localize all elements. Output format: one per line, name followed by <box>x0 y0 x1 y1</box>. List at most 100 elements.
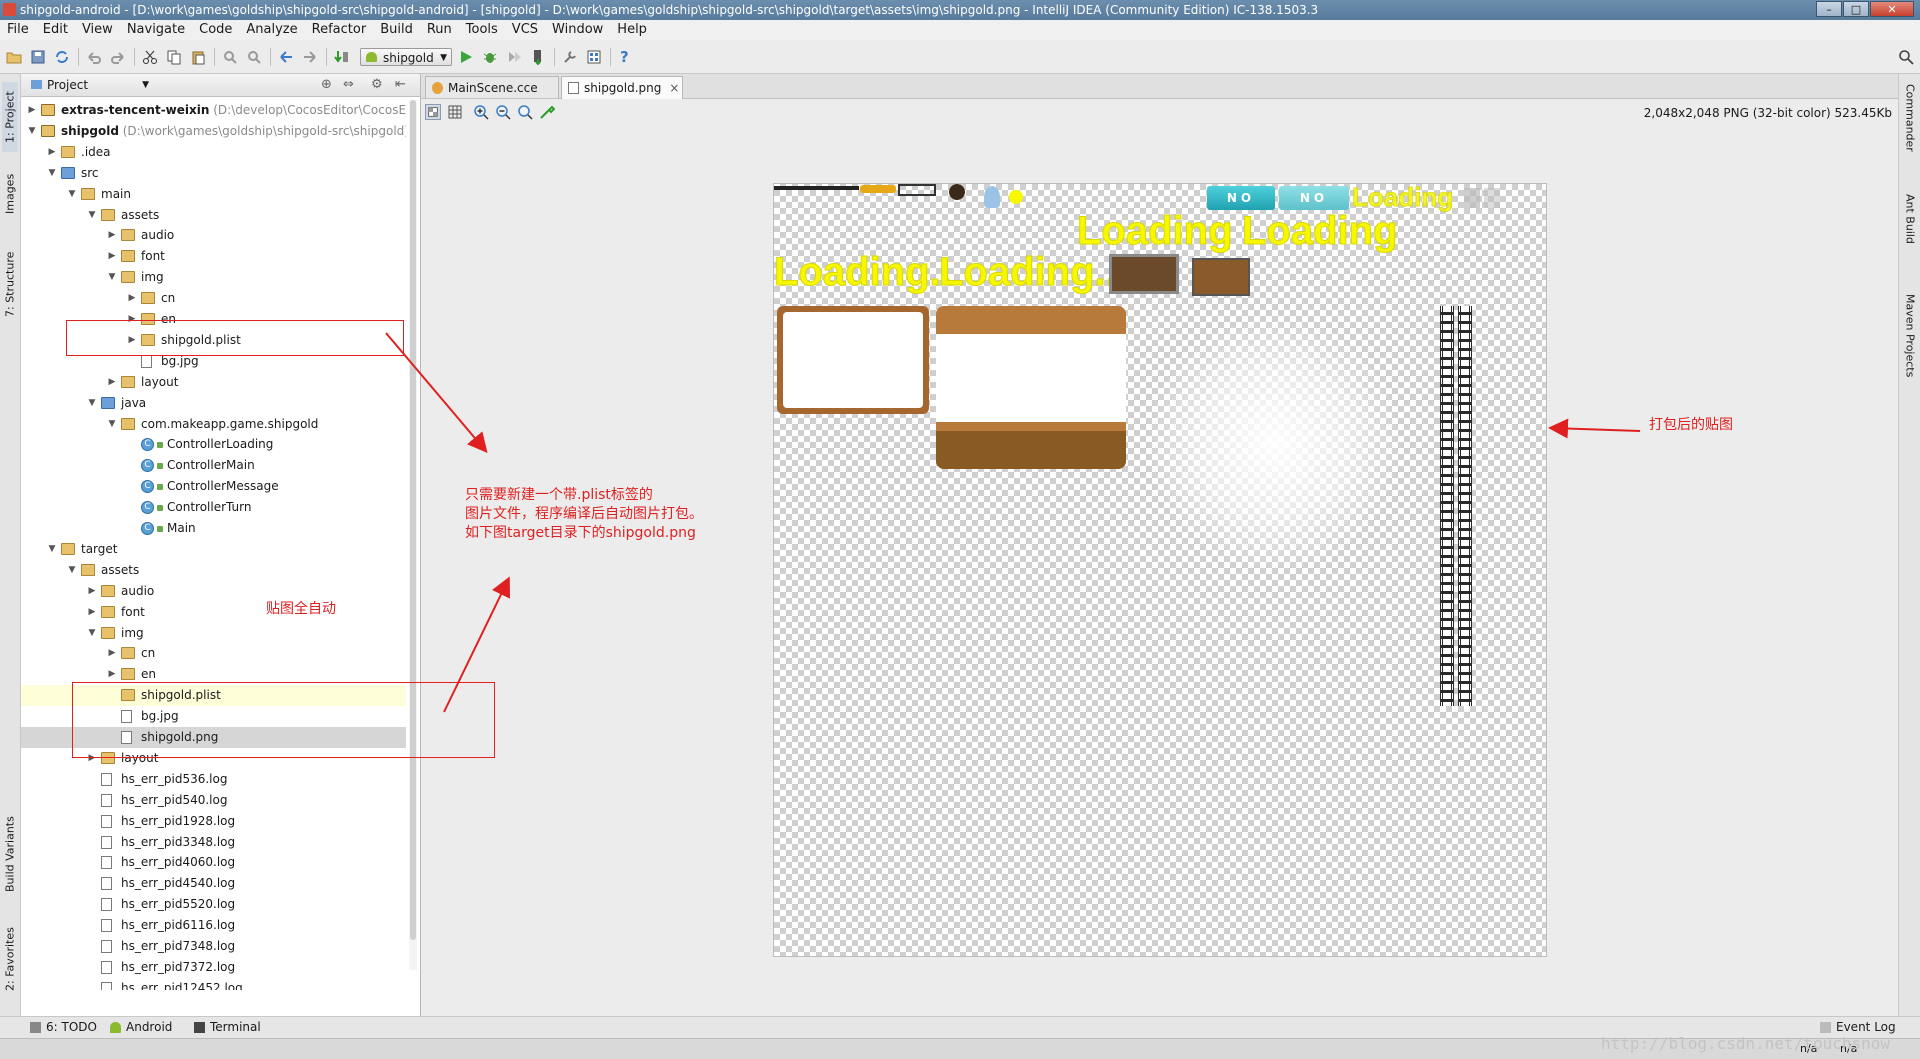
maximize-button[interactable]: □ <box>1843 1 1869 17</box>
menu-tools[interactable]: Tools <box>459 20 505 40</box>
menu-window[interactable]: Window <box>545 20 610 40</box>
tree-item[interactable]: hs_err_pid5520.log <box>21 894 406 915</box>
expanded-arrow-icon[interactable]: ▼ <box>87 623 97 644</box>
tree-item[interactable]: ▼ target <box>21 539 406 560</box>
android-device-monitor-icon[interactable] <box>530 49 546 65</box>
undo-icon[interactable] <box>86 49 102 65</box>
menu-help[interactable]: Help <box>610 20 654 40</box>
debug-icon[interactable] <box>482 49 498 65</box>
editor-tab-shipgold-png[interactable]: shipgold.png × <box>561 76 683 99</box>
minimize-button[interactable]: – <box>1816 1 1842 17</box>
expanded-arrow-icon[interactable]: ▼ <box>47 163 57 184</box>
tree-item[interactable]: hs_err_pid1928.log <box>21 811 406 832</box>
redo-icon[interactable] <box>110 49 126 65</box>
tree-item[interactable]: hs_err_pid540.log <box>21 790 406 811</box>
menu-code[interactable]: Code <box>192 20 239 40</box>
tree-scrollbar[interactable] <box>409 100 417 970</box>
tree-item[interactable]: ▶ audio <box>21 581 406 602</box>
event-log-tab[interactable]: Event Log <box>1820 1020 1896 1034</box>
attach-debugger-icon[interactable] <box>506 49 522 65</box>
tree-item[interactable]: ▶ font <box>21 602 406 623</box>
editor-tab-mainscene[interactable]: MainScene.cce <box>425 76 559 98</box>
menu-run[interactable]: Run <box>420 20 459 40</box>
tree-item[interactable]: hs_err_pid3348.log <box>21 832 406 853</box>
tree-item[interactable]: C ControllerTurn <box>21 497 406 518</box>
forward-icon[interactable] <box>302 49 318 65</box>
tool-tab-commander[interactable]: Commander <box>1902 84 1918 184</box>
tree-item[interactable]: ▼ assets <box>21 560 406 581</box>
tool-tab-android[interactable]: Android <box>110 1020 172 1034</box>
expanded-arrow-icon[interactable]: ▼ <box>27 121 37 142</box>
expanded-arrow-icon[interactable]: ▼ <box>87 393 97 414</box>
tree-item[interactable]: hs_err_pid4540.log <box>21 873 406 894</box>
tree-item[interactable]: ▶ extras-tencent-weixin (D:\develop\Cocos… <box>21 100 406 121</box>
toggle-grid-icon[interactable] <box>447 104 463 120</box>
zoom-in-icon[interactable] <box>473 104 489 120</box>
tree-item[interactable]: ▼ img <box>21 623 406 644</box>
tree-item[interactable]: ▼ src <box>21 163 406 184</box>
expanded-arrow-icon[interactable]: ▼ <box>87 205 97 226</box>
save-all-icon[interactable] <box>30 49 46 65</box>
tool-tab-maven-projects[interactable]: Maven Projects <box>1902 294 1918 414</box>
run-icon[interactable] <box>458 49 474 65</box>
tree-item[interactable]: hs_err_pid4060.log <box>21 852 406 873</box>
collapsed-arrow-icon[interactable]: ▶ <box>47 142 57 163</box>
help-icon[interactable]: ? <box>620 49 636 65</box>
tree-item[interactable]: C Main <box>21 518 406 539</box>
expanded-arrow-icon[interactable]: ▼ <box>107 267 117 288</box>
tree-item[interactable]: ▶ audio <box>21 225 406 246</box>
close-window-button[interactable]: ✕ <box>1870 1 1914 17</box>
tree-item[interactable]: hs_err_pid7372.log <box>21 957 406 978</box>
tree-item[interactable]: ▼ assets <box>21 205 406 226</box>
collapsed-arrow-icon[interactable]: ▶ <box>127 288 137 309</box>
tool-tab-favorites[interactable]: 2: Favorites <box>2 914 18 1004</box>
synchronize-icon[interactable] <box>54 49 70 65</box>
menu-analyze[interactable]: Analyze <box>239 20 304 40</box>
tree-item[interactable]: ▼ shipgold (D:\work\games\goldship\shipgo… <box>21 121 406 142</box>
copy-icon[interactable] <box>166 49 182 65</box>
search-everywhere-icon[interactable] <box>1898 49 1914 65</box>
actual-size-icon[interactable] <box>517 104 533 120</box>
replace-icon[interactable] <box>246 49 262 65</box>
expanded-arrow-icon[interactable]: ▼ <box>67 560 77 581</box>
hide-panel-icon[interactable]: ⇤ <box>395 77 406 92</box>
collapse-all-icon[interactable]: ⇔ <box>343 77 354 92</box>
tree-item[interactable]: ▶ cn <box>21 643 406 664</box>
tool-tab-images[interactable]: Images <box>2 164 18 224</box>
tree-item[interactable]: ▶ font <box>21 246 406 267</box>
tool-tab-ant-build[interactable]: Ant Build <box>1902 194 1918 284</box>
collapsed-arrow-icon[interactable]: ▶ <box>107 225 117 246</box>
run-configuration-selector[interactable]: shipgold ▼ <box>360 48 452 66</box>
tree-item[interactable]: hs_err_pid536.log <box>21 769 406 790</box>
collapsed-arrow-icon[interactable]: ▶ <box>107 643 117 664</box>
find-icon[interactable] <box>222 49 238 65</box>
tool-tab-structure[interactable]: 7: Structure <box>2 244 18 324</box>
menu-file[interactable]: File <box>0 20 36 40</box>
project-structure-icon[interactable] <box>586 49 602 65</box>
tree-item[interactable]: ▶ layout <box>21 372 406 393</box>
tool-tab-project[interactable]: 1: Project <box>2 82 18 152</box>
menu-navigate[interactable]: Navigate <box>120 20 192 40</box>
tree-item[interactable]: ▼ img <box>21 267 406 288</box>
tree-item[interactable]: hs_err_pid12452.log <box>21 978 406 990</box>
toggle-chessboard-icon[interactable] <box>425 104 441 120</box>
tree-item[interactable]: ▼ main <box>21 184 406 205</box>
expanded-arrow-icon[interactable]: ▼ <box>67 184 77 205</box>
tool-tab-todo[interactable]: 6: TODO <box>30 1020 97 1034</box>
tree-item[interactable]: hs_err_pid6116.log <box>21 915 406 936</box>
make-project-icon[interactable] <box>334 49 350 65</box>
menu-vcs[interactable]: VCS <box>505 20 545 40</box>
menu-build[interactable]: Build <box>373 20 420 40</box>
tool-tab-terminal[interactable]: Terminal <box>194 1020 261 1034</box>
scroll-from-source-icon[interactable]: ⊕ <box>321 77 332 92</box>
collapsed-arrow-icon[interactable]: ▶ <box>87 581 97 602</box>
tree-item[interactable]: C ControllerMain <box>21 455 406 476</box>
tree-item[interactable]: hs_err_pid7348.log <box>21 936 406 957</box>
collapsed-arrow-icon[interactable]: ▶ <box>27 100 37 121</box>
open-folder-icon[interactable] <box>6 49 22 65</box>
tree-item[interactable]: ▼ java <box>21 393 406 414</box>
collapsed-arrow-icon[interactable]: ▶ <box>107 372 117 393</box>
collapsed-arrow-icon[interactable]: ▶ <box>107 246 117 267</box>
tool-tab-build-variants[interactable]: Build Variants <box>2 804 18 904</box>
expanded-arrow-icon[interactable]: ▼ <box>107 414 117 435</box>
